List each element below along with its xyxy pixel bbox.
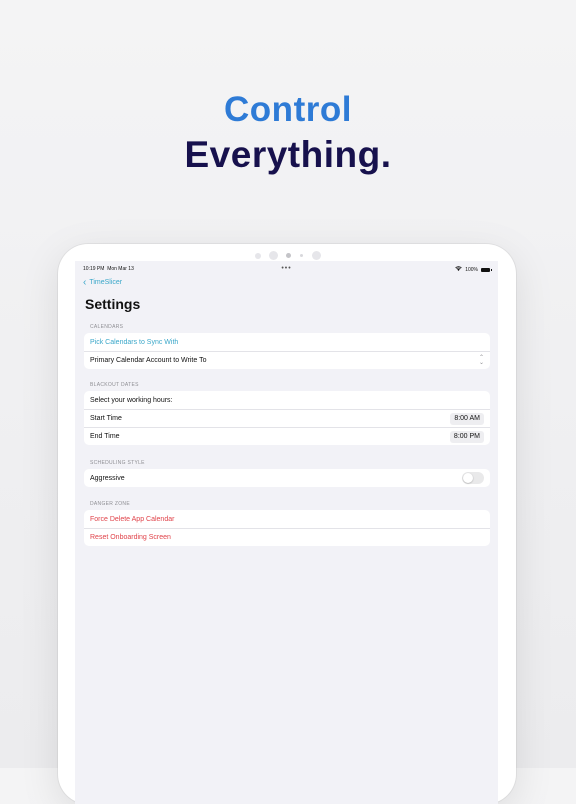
aggressive-row: Aggressive xyxy=(84,469,490,487)
headline-control: Control xyxy=(224,90,352,129)
blackout-group: Select your working hours: Start Time 8:… xyxy=(84,391,490,445)
section-header-scheduling: SCHEDULING STYLE xyxy=(90,460,145,466)
aggressive-label: Aggressive xyxy=(90,474,125,482)
pick-calendars-button[interactable]: Pick Calendars to Sync With xyxy=(84,333,490,351)
start-time-row: Start Time 8:00 AM xyxy=(84,409,490,427)
ipad-frame: 10:19 PM Mon Mar 13 ••• 100% ‹ TimeSlice… xyxy=(58,244,516,804)
multitasking-dots[interactable]: ••• xyxy=(83,265,490,272)
section-header-danger: DANGER ZONE xyxy=(90,501,130,507)
working-hours-label: Select your working hours: xyxy=(90,396,173,404)
pick-calendars-label: Pick Calendars to Sync With xyxy=(90,338,179,346)
section-header-blackout: BLACKOUT DATES xyxy=(90,382,139,388)
reset-onboarding-button[interactable]: Reset Onboarding Screen xyxy=(84,528,490,546)
status-bar: 10:19 PM Mon Mar 13 ••• 100% xyxy=(83,265,492,275)
scheduling-group: Aggressive xyxy=(84,469,490,487)
sensor-dot xyxy=(255,253,261,259)
battery-icon xyxy=(481,267,492,272)
aggressive-toggle[interactable] xyxy=(462,472,484,484)
force-delete-label: Force Delete App Calendar xyxy=(90,515,175,523)
camera-lens xyxy=(286,253,291,258)
back-label: TimeSlicer xyxy=(89,279,123,286)
app-screen: 10:19 PM Mon Mar 13 ••• 100% ‹ TimeSlice… xyxy=(75,261,498,804)
start-time-label: Start Time xyxy=(90,415,122,422)
danger-group: Force Delete App Calendar Reset Onboardi… xyxy=(84,510,490,546)
primary-calendar-picker[interactable]: Primary Calendar Account to Write To ⌃ ⌄ xyxy=(84,351,490,369)
calendars-group: Pick Calendars to Sync With Primary Cale… xyxy=(84,333,490,369)
chevron-up-down-icon: ⌃ ⌄ xyxy=(478,354,484,366)
section-header-calendars: CALENDARS xyxy=(90,324,124,330)
status-right: 100% xyxy=(455,266,492,273)
chevron-left-icon: ‹ xyxy=(83,277,87,288)
back-button[interactable]: ‹ TimeSlicer xyxy=(83,277,123,288)
page-title: Settings xyxy=(85,296,141,312)
sensor-dot xyxy=(312,251,321,260)
end-time-picker[interactable]: 8:00 PM xyxy=(449,431,484,443)
end-time-row: End Time 8:00 PM xyxy=(84,427,490,445)
primary-calendar-label: Primary Calendar Account to Write To xyxy=(90,357,207,364)
headline-everything: Everything. xyxy=(184,134,392,175)
working-hours-intro: Select your working hours: xyxy=(84,391,490,409)
sensor-dot xyxy=(269,251,278,260)
sensor-dot xyxy=(300,254,303,257)
camera-bar xyxy=(58,250,516,260)
reset-onboarding-label: Reset Onboarding Screen xyxy=(90,534,171,541)
wifi-icon xyxy=(455,266,462,273)
force-delete-button[interactable]: Force Delete App Calendar xyxy=(84,510,490,528)
battery-percent: 100% xyxy=(465,266,478,273)
toggle-knob xyxy=(463,473,473,483)
end-time-label: End Time xyxy=(90,433,120,440)
start-time-picker[interactable]: 8:00 AM xyxy=(450,413,484,425)
